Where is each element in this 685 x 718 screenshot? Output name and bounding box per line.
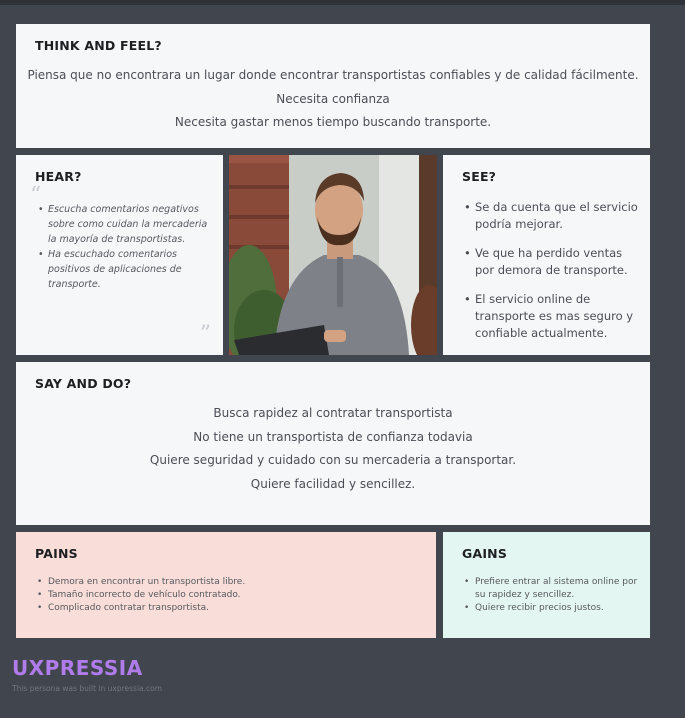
hear-item: Escucha comentarios negativos sobre como… bbox=[36, 202, 208, 247]
gains-title: GAINS bbox=[462, 546, 508, 561]
pains-list: Demora en encontrar un transportista lib… bbox=[36, 576, 245, 615]
gains-item: Quiere recibir precios justos. bbox=[463, 602, 643, 615]
hear-list: Escucha comentarios negativos sobre como… bbox=[36, 202, 208, 292]
say-line: Quiere seguridad y cuidado con su mercad… bbox=[149, 453, 517, 467]
persona-photo bbox=[229, 155, 437, 355]
think-line: Necesita confianza bbox=[276, 91, 390, 106]
hear-item: Ha escuchado comentarios positivos de ap… bbox=[36, 247, 208, 292]
pains-item: Complicado contratar transportista. bbox=[36, 602, 245, 615]
think-title: THINK AND FEEL? bbox=[35, 38, 162, 53]
say-lines: Busca rapidez al contratar transportista… bbox=[16, 402, 650, 496]
see-list: Se da cuenta que el servicio podría mejo… bbox=[463, 199, 641, 354]
footer-text: This persona was built in uxpressia.com bbox=[12, 684, 163, 693]
say-title: SAY AND DO? bbox=[35, 376, 132, 391]
say-line: No tiene un transportista de confianza t… bbox=[193, 429, 473, 444]
hear-title: HEAR? bbox=[35, 169, 82, 184]
uxpressia-logo[interactable]: UXPRESSIA bbox=[12, 656, 143, 680]
pains-item: Demora en encontrar un transportista lib… bbox=[36, 576, 245, 589]
think-line: Necesita gastar menos tiempo buscando tr… bbox=[174, 115, 492, 129]
gains-list: Prefiere entrar al sistema online por su… bbox=[463, 576, 643, 615]
gains-card: GAINS Prefiere entrar al sistema online … bbox=[443, 532, 650, 638]
see-card: SEE? Se da cuenta que el servicio podría… bbox=[443, 155, 650, 355]
persona-photo-illustration bbox=[229, 155, 437, 355]
gains-item: Prefiere entrar al sistema online por su… bbox=[463, 576, 643, 602]
see-item: Ve que ha perdido ventas por demora de t… bbox=[463, 245, 641, 279]
say-line: Busca rapidez al contratar transportista bbox=[213, 406, 453, 420]
think-and-feel-card: THINK AND FEEL? Piensa que no encontrara… bbox=[16, 24, 650, 148]
say-line: Quiere facilidad y sencillez. bbox=[250, 476, 416, 491]
say-and-do-card: SAY AND DO? Busca rapidez al contratar t… bbox=[16, 362, 650, 525]
top-bar bbox=[0, 0, 685, 5]
pains-card: PAINS Demora en encontrar un transportis… bbox=[16, 532, 436, 638]
think-lines: Piensa que no encontrara un lugar donde … bbox=[16, 64, 650, 135]
pains-title: PAINS bbox=[35, 546, 78, 561]
quote-close-icon: ” bbox=[199, 322, 211, 347]
see-item: El servicio online de transporte es mas … bbox=[463, 291, 641, 342]
think-line: Piensa que no encontrara un lugar donde … bbox=[27, 68, 639, 82]
see-title: SEE? bbox=[462, 169, 497, 184]
pains-item: Tamaño incorrecto de vehículo contratado… bbox=[36, 589, 245, 602]
see-item: Se da cuenta que el servicio podría mejo… bbox=[463, 199, 641, 233]
hear-card: HEAR? “ Escucha comentarios negativos so… bbox=[16, 155, 223, 355]
